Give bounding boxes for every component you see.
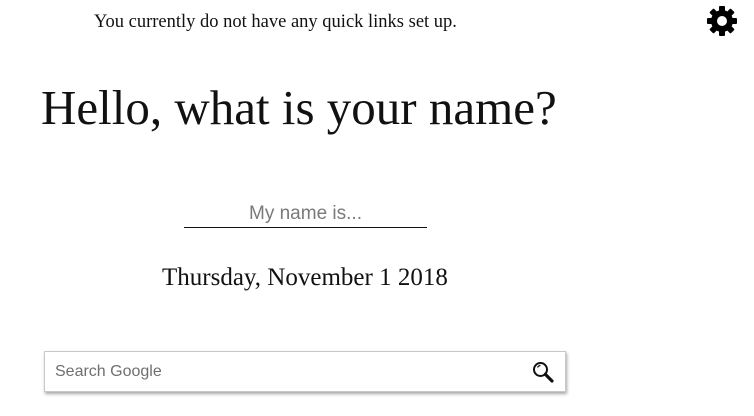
settings-button[interactable] (706, 5, 738, 37)
search-input[interactable] (45, 352, 515, 391)
search-button[interactable] (531, 360, 555, 384)
greeting-heading: Hello, what is your name? (41, 80, 557, 135)
gear-icon (707, 6, 737, 36)
current-date: Thursday, November 1 2018 (162, 264, 448, 291)
magnifier-icon (533, 362, 554, 383)
search-box (44, 351, 566, 392)
name-input[interactable] (184, 200, 427, 228)
quick-links-empty-message: You currently do not have any quick link… (94, 12, 457, 32)
